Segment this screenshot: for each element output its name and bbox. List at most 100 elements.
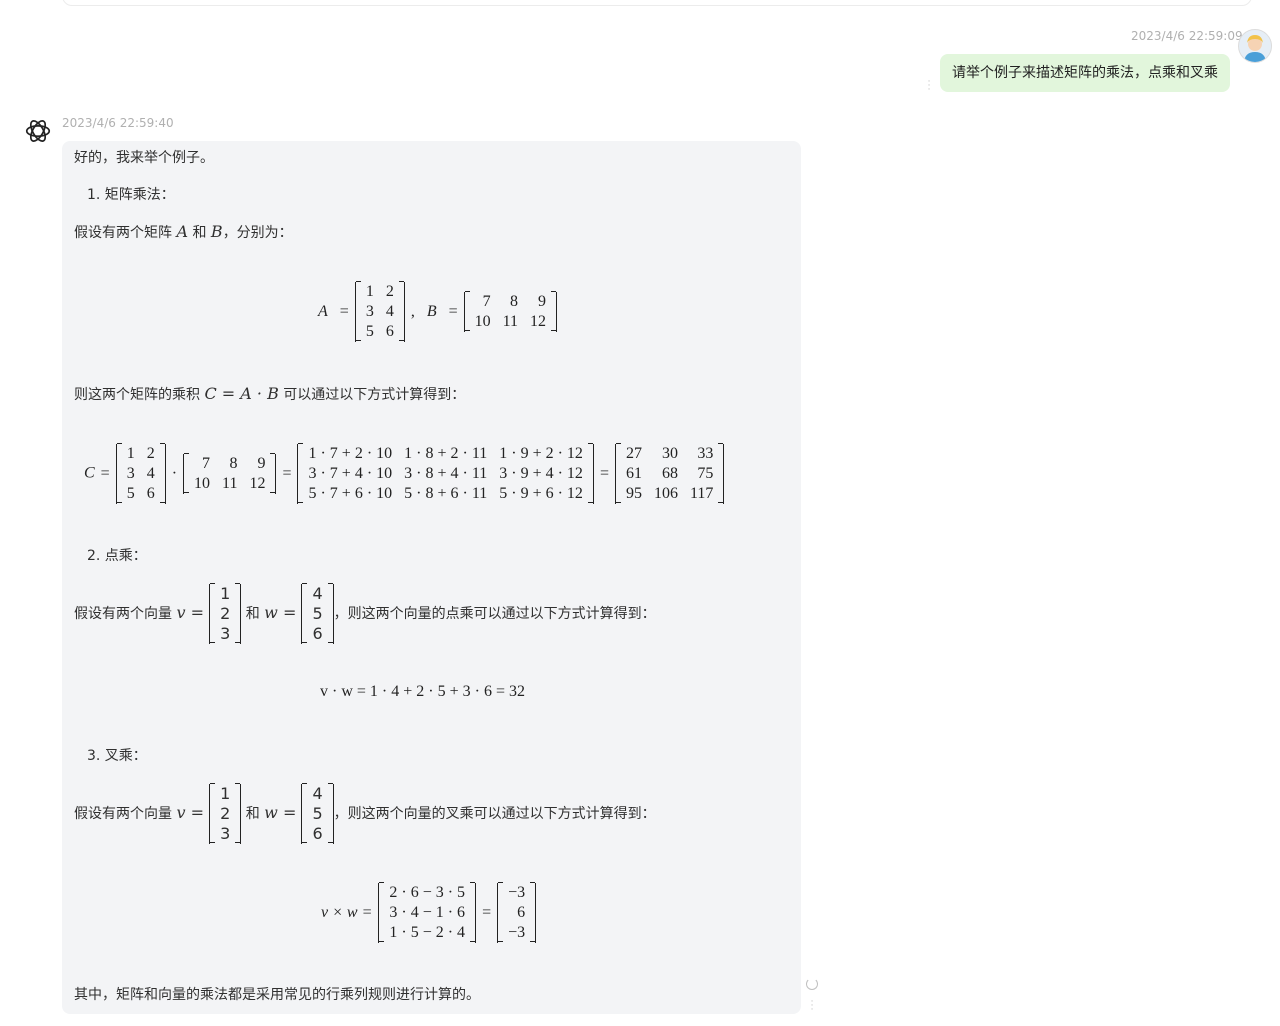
matrix-cell: 3 bbox=[126, 465, 135, 482]
matrix-cell: 5 bbox=[312, 804, 323, 823]
matrix-cell: 3 · 9 + 4 · 12 bbox=[499, 465, 583, 482]
matrix-cell: 2 · 6 − 3 · 5 bbox=[389, 884, 466, 901]
matrix-b: 7 8 9 10 11 12 bbox=[183, 452, 277, 494]
matrix-cell: 68 bbox=[661, 465, 678, 482]
math-var-b: B bbox=[210, 222, 223, 241]
matrix-cell: 1 · 5 − 2 · 4 bbox=[389, 924, 466, 941]
intro-text: 好的，我来举个例子。 bbox=[74, 150, 214, 166]
matrix-cell: 7 bbox=[202, 455, 211, 472]
matrix-cell: 9 bbox=[257, 455, 266, 472]
math-var-v: v bbox=[176, 603, 186, 622]
cross-result-vector: −3 6 −3 bbox=[497, 881, 537, 943]
matrix-cell: 9 bbox=[538, 293, 547, 310]
matrix-cell: 6 bbox=[385, 323, 394, 340]
matrix-cell: 1 · 9 + 2 · 12 bbox=[499, 445, 583, 462]
matrix-cell: 5 bbox=[126, 485, 135, 502]
matrix-a: 123456 bbox=[115, 442, 166, 504]
section-2-text: 假设有两个向量 v = 123 和 w = 4 5 6 ，则这两个向量的点乘可以通过以… bbox=[74, 582, 656, 644]
math-var-v: v bbox=[176, 803, 186, 822]
matrix-c: 27 30 33 61 68 75 95 106 117 bbox=[614, 442, 725, 504]
matrix-cell: 1 bbox=[365, 283, 374, 300]
math-var-c: C bbox=[84, 464, 95, 482]
regenerate-icon[interactable] bbox=[806, 978, 818, 990]
user-message-bubble: 请举个例子来描述矩阵的乘法，点乘和叉乘 bbox=[940, 54, 1230, 92]
matrix-cell: 6 bbox=[312, 824, 323, 843]
conclusion-text: 其中，矩阵和向量的乘法都是采用常见的行乘列规则进行计算的。 bbox=[74, 987, 480, 1003]
matrix-cell: 10 bbox=[474, 313, 491, 330]
matrix-cell: 5 bbox=[365, 323, 374, 340]
matrix-cell: 5 · 8 + 6 · 11 bbox=[404, 485, 488, 502]
matrix-cell: 1 bbox=[126, 445, 135, 462]
matrix-cell: 7 bbox=[482, 293, 491, 310]
cross-product-lhs: v × w = bbox=[321, 904, 373, 921]
section-1-text-part: ，分别为： bbox=[222, 225, 293, 241]
vector-w: 456 bbox=[301, 782, 334, 844]
math-c-definition: C = A · B bbox=[204, 384, 279, 403]
matrix-cell: 33 bbox=[697, 445, 714, 462]
math-var-a: A bbox=[318, 303, 328, 320]
matrix-expanded: 1 · 7 + 2 · 10 1 · 8 + 2 · 11 1 · 9 + 2 · … bbox=[297, 442, 594, 504]
section-1-and: 和 bbox=[192, 225, 207, 241]
matrix-a-b-equation: A = 1 2 3 4 5 6, B = 7 8 9 10 11 12 bbox=[312, 280, 558, 342]
matrix-cell: 5 · 9 + 6 · 12 bbox=[499, 485, 583, 502]
matrix-cell: 2 bbox=[220, 804, 231, 823]
matrix-cell: 1 bbox=[220, 784, 231, 803]
matrix-cell: 11 bbox=[222, 475, 238, 492]
matrix-cell: 75 bbox=[697, 465, 714, 482]
assistant-message-timestamp: 2023/4/6 22:59:40 bbox=[62, 116, 174, 130]
math-var-a: A bbox=[176, 222, 189, 241]
section-2-text-part: 假设有两个向量 bbox=[74, 606, 172, 622]
matrix-product-equation: C = 1 2 3 4 5 6 · 7 8 9 10 11 12 = 1 · 7 + 2 · 10 1 · 8 +… bbox=[84, 442, 725, 504]
matrix-cell: −3 bbox=[508, 884, 526, 901]
section-1-text-part: 假设有两个矩阵 bbox=[74, 225, 172, 241]
matrix-cell: 2 bbox=[220, 604, 231, 623]
section-3-text-part: ，则这两个向量的叉乘可以通过以下方式计算得到： bbox=[333, 806, 656, 822]
assistant-message-more-icon[interactable]: · · · bbox=[809, 998, 815, 1015]
user-avatar-image bbox=[1244, 35, 1266, 62]
matrix-cell: 4 bbox=[385, 303, 394, 320]
matrix-cell: 4 bbox=[312, 784, 323, 803]
section-2-and: 和 bbox=[245, 606, 260, 622]
matrix-cell: 27 bbox=[625, 445, 642, 462]
matrix-cell: 6 bbox=[146, 485, 155, 502]
matrix-b: 7 8 9 10 11 12 bbox=[463, 290, 558, 332]
vector-v: 123 bbox=[209, 782, 242, 844]
vector-v: 123 bbox=[209, 582, 242, 644]
matrix-cell: 1 · 7 + 2 · 10 bbox=[308, 445, 393, 462]
matrix-cell: 4 bbox=[146, 465, 155, 482]
matrix-cell: 30 bbox=[661, 445, 678, 462]
matrix-cell: 117 bbox=[689, 485, 714, 502]
section-1-text-2: 则这两个矩阵的乘积 C = A · B 可以通过以下方式计算得到： bbox=[74, 384, 465, 405]
matrix-cell: 3 · 4 − 1 · 6 bbox=[389, 904, 466, 921]
matrix-cell: 1 bbox=[220, 584, 231, 603]
matrix-cell: 8 bbox=[229, 455, 238, 472]
section-1-title: 1. 矩阵乘法： bbox=[87, 187, 175, 203]
user-message-more-icon[interactable]: · · · bbox=[926, 78, 932, 95]
matrix-cell: 3 bbox=[365, 303, 374, 320]
matrix-cell: 2 bbox=[385, 283, 394, 300]
matrix-cell: 5 bbox=[312, 604, 323, 623]
section-3-title: 3. 叉乘： bbox=[87, 748, 147, 764]
matrix-cell: 12 bbox=[249, 475, 266, 492]
matrix-cell: 4 bbox=[312, 584, 323, 603]
dot-product-equation: v · w = 1 · 4 + 2 · 5 + 3 · 6 = 32 bbox=[320, 683, 525, 700]
matrix-cell: 12 bbox=[530, 313, 547, 330]
section-3-and: 和 bbox=[245, 806, 260, 822]
matrix-cell: 95 bbox=[625, 485, 642, 502]
matrix-cell: 6 bbox=[312, 624, 323, 643]
user-message-timestamp: 2023/4/6 22:59:09 bbox=[1131, 29, 1243, 43]
vector-w: 456 bbox=[301, 582, 334, 644]
matrix-cell: 61 bbox=[625, 465, 642, 482]
cross-product-equation: v × w = 2 · 6 − 3 · 5 3 · 4 − 1 · 6 1 · 5 −… bbox=[315, 881, 537, 943]
section-1-text: 假设有两个矩阵 A 和 B，分别为： bbox=[74, 222, 293, 243]
math-var-w: w bbox=[264, 603, 278, 622]
section-3-text-part: 假设有两个向量 bbox=[74, 806, 172, 822]
section-2-text-part: ，则这两个向量的点乘可以通过以下方式计算得到： bbox=[333, 606, 656, 622]
user-avatar[interactable] bbox=[1238, 29, 1272, 63]
matrix-cell: 3 bbox=[220, 624, 231, 643]
section-2-title: 2. 点乘： bbox=[87, 548, 147, 564]
matrix-cell: 3 bbox=[220, 824, 231, 843]
math-var-b: B bbox=[426, 303, 437, 320]
user-message-text: 请举个例子来描述矩阵的乘法，点乘和叉乘 bbox=[952, 65, 1218, 81]
matrix-cell: −3 bbox=[508, 924, 526, 941]
